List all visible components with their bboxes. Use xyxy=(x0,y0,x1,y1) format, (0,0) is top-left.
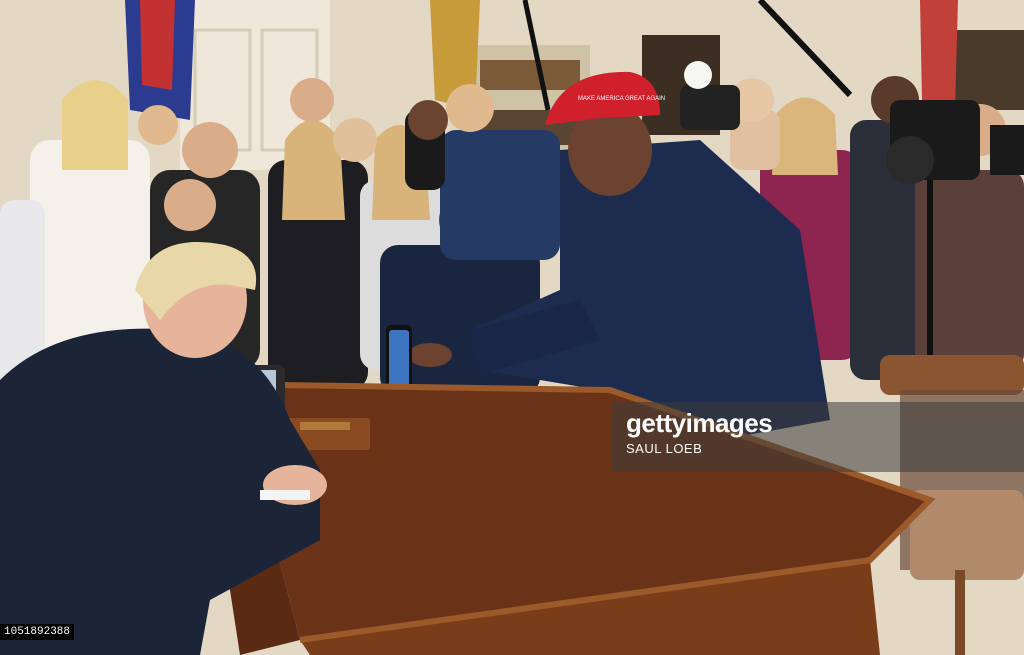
oval-office-scene: MAKE AMERICA GREAT AGAIN xyxy=(0,0,1024,655)
photographer-credit: SAUL LOEB xyxy=(626,441,703,456)
hat-text: MAKE AMERICA GREAT AGAIN xyxy=(578,96,665,102)
image-id-label: 1051892388 xyxy=(0,624,75,640)
flag-right xyxy=(920,0,958,110)
photo-frame: MAKE AMERICA GREAT AGAIN gettyimages SAU… xyxy=(0,0,1024,655)
portrait-painting-right xyxy=(952,30,1024,110)
watermark-logo: gettyimages xyxy=(626,408,773,438)
cell-phone xyxy=(386,325,412,393)
